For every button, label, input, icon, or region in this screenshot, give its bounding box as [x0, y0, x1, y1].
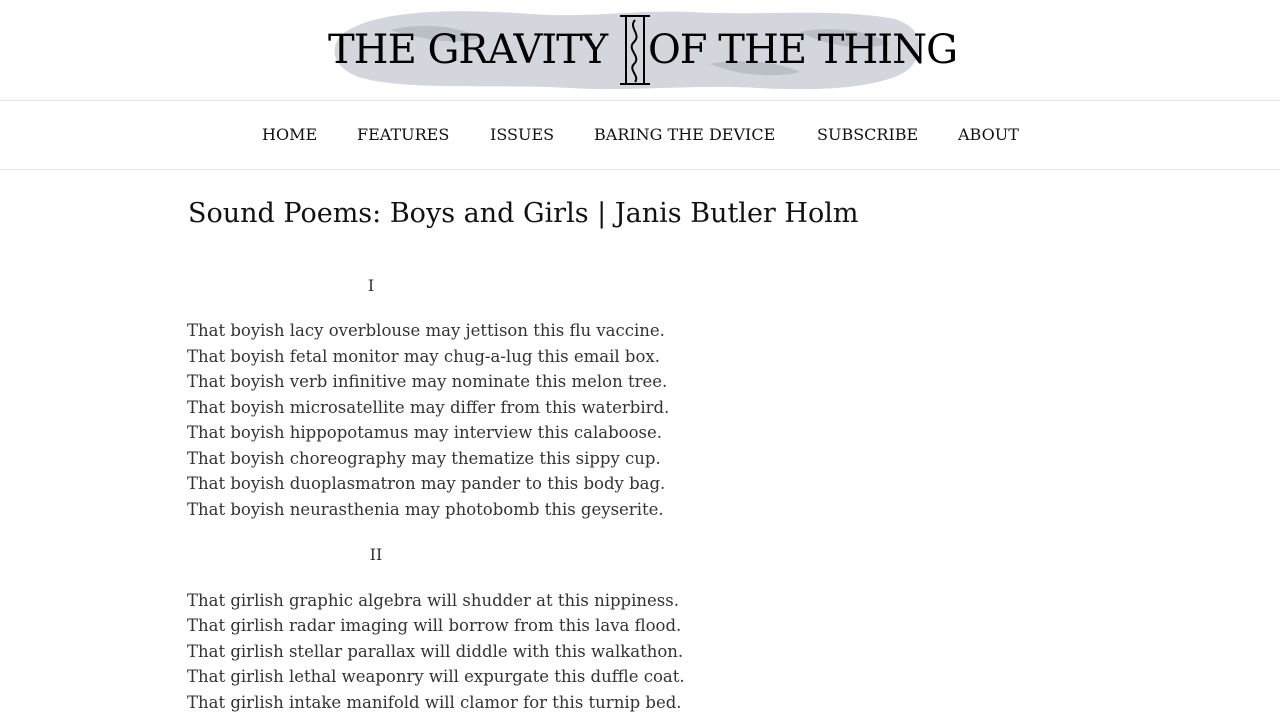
page: THE GRAVITY OF THE THING HOME FEATURES I…	[0, 0, 1280, 720]
nav-issues[interactable]: ISSUES	[490, 124, 554, 146]
poem-line: That boyish lacy overblouse may jettison…	[187, 321, 665, 340]
nav-features[interactable]: FEATURES	[357, 124, 449, 146]
sidebar[interactable]	[727, 264, 1280, 720]
section-numeral: II	[369, 545, 383, 564]
poem-line: That girlish intake manifold will clamor…	[187, 693, 682, 712]
site-tagline[interactable]	[314, 70, 772, 92]
main-nav: HOME FEATURES ISSUES BARING THE DEVICE S…	[0, 101, 1280, 170]
poem-line: That girlish stellar parallax will diddl…	[187, 642, 684, 661]
poem-line: That boyish verb infinitive may nominate…	[187, 372, 668, 391]
section-numeral: I	[367, 276, 375, 295]
nav-home[interactable]: HOME	[262, 124, 317, 146]
poem-line: That boyish microsatellite may differ fr…	[187, 398, 670, 417]
post-title: Sound Poems: Boys and Girls | Janis Butl…	[188, 198, 859, 229]
poem-line: That girlish lethal weaponry will expurg…	[187, 667, 685, 686]
poem-line: That girlish graphic algebra will shudde…	[187, 591, 679, 610]
poem-line: That boyish fetal monitor may chug-a-lug…	[187, 347, 660, 366]
poem-line: That boyish choreography may thematize t…	[187, 449, 661, 468]
nav-baring-the-device[interactable]: BARING THE DEVICE	[594, 124, 775, 146]
poem-line: That boyish duoplasmatron may pander to …	[187, 474, 666, 493]
poem-line: That girlish radar imaging will borrow f…	[187, 616, 682, 635]
poem-line: That boyish neurasthenia may photobomb t…	[187, 500, 664, 519]
nav-about[interactable]: ABOUT	[958, 124, 1019, 146]
poem-line: That boyish hippopotamus may interview t…	[187, 423, 663, 442]
masthead: THE GRAVITY OF THE THING	[0, 0, 1280, 101]
nav-subscribe[interactable]: SUBSCRIBE	[817, 124, 918, 146]
